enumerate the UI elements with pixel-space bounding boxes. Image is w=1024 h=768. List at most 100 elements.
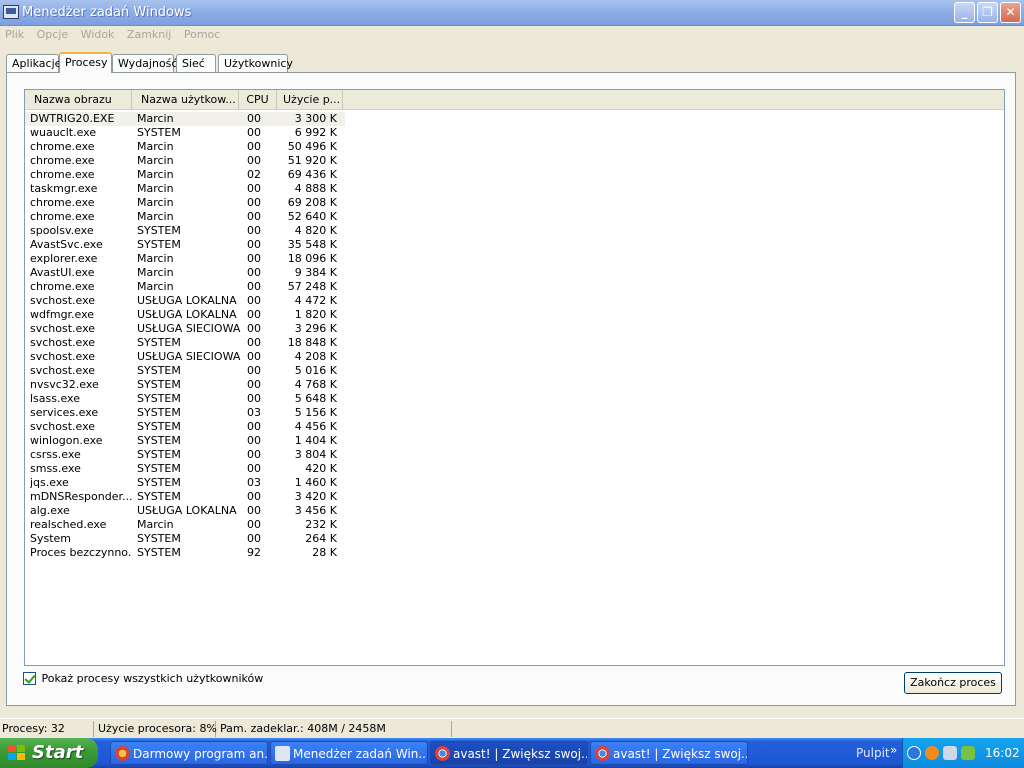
process-row[interactable]: winlogon.exe SYSTEM 00 1 404 K (25, 434, 345, 448)
show-all-processes-option[interactable]: Pokaż procesy wszystkich użytkowników (23, 671, 263, 687)
process-row[interactable]: jqs.exe SYSTEM 03 1 460 K (25, 476, 345, 490)
process-row[interactable]: spoolsv.exe SYSTEM 00 4 820 K (25, 224, 345, 238)
tab-siec[interactable]: Sieć (176, 54, 216, 73)
taskbar-item-avast-2[interactable]: avast! | Zwiększ swoj... (590, 741, 748, 765)
menu-plik[interactable]: Plik (1, 27, 28, 43)
process-name: svchost.exe (30, 420, 96, 433)
process-row[interactable]: lsass.exe SYSTEM 00 5 648 K (25, 392, 345, 406)
process-name: AvastSvc.exe (30, 238, 103, 251)
show-all-processes-checkbox[interactable] (23, 671, 36, 685)
process-name: mDNSResponder.... (30, 490, 132, 503)
column-header-name[interactable]: Nazwa obrazu (25, 90, 132, 110)
network-tray-icon[interactable] (943, 746, 957, 760)
maximize-button[interactable]: ❐ (977, 2, 998, 23)
tab-aplikacje[interactable]: Aplikacje (6, 54, 61, 73)
process-memory: 3 420 K (294, 490, 337, 503)
process-user: SYSTEM (137, 532, 181, 545)
process-row[interactable]: csrss.exe SYSTEM 00 3 804 K (25, 448, 345, 462)
process-row[interactable]: svchost.exe USŁUGA SIECIOWA 00 3 296 K (25, 322, 345, 336)
process-row[interactable]: DWTRIG20.EXE Marcin 00 3 300 K (25, 112, 345, 126)
process-name: taskmgr.exe (30, 182, 98, 195)
process-row[interactable]: System SYSTEM 00 264 K (25, 532, 345, 546)
process-row[interactable]: chrome.exe Marcin 00 69 208 K (25, 196, 345, 210)
process-memory: 264 K (305, 532, 337, 545)
process-rows: DWTRIG20.EXE Marcin 00 3 300 K wuauclt.exe SY… (25, 112, 345, 560)
process-cpu: 00 (247, 224, 261, 237)
security-tray-icon[interactable] (961, 746, 975, 760)
process-row[interactable]: wdfmgr.exe USŁUGA LOKALNA 00 1 820 K (25, 308, 345, 322)
process-memory: 4 208 K (294, 350, 337, 363)
process-list[interactable]: Nazwa obrazu Nazwa użytkow... CPU Użycie… (24, 89, 1005, 666)
process-row[interactable]: wuauclt.exe SYSTEM 00 6 992 K (25, 126, 345, 140)
process-cpu: 00 (247, 504, 261, 517)
process-row[interactable]: alg.exe USŁUGA LOKALNA 00 3 456 K (25, 504, 345, 518)
toolbar-chevron-icon[interactable]: » (890, 738, 897, 762)
process-row[interactable]: mDNSResponder.... SYSTEM 00 3 420 K (25, 490, 345, 504)
process-row[interactable]: svchost.exe USŁUGA LOKALNA 00 4 472 K (25, 294, 345, 308)
process-memory: 1 460 K (294, 476, 337, 489)
start-button[interactable]: Start (0, 738, 98, 768)
process-user: Marcin (137, 182, 174, 195)
menu-widok[interactable]: Widok (77, 27, 119, 43)
process-row[interactable]: Proces bezczynno... SYSTEM 92 28 K (25, 546, 345, 560)
taskbar-item-avast-1[interactable]: avast! | Zwiększ swoj... (430, 741, 588, 765)
taskbar-item-darmowy[interactable]: Darmowy program an... (110, 741, 268, 765)
process-row[interactable]: svchost.exe USŁUGA SIECIOWA 00 4 208 K (25, 350, 345, 364)
process-cpu: 02 (247, 168, 261, 181)
process-row[interactable]: svchost.exe SYSTEM 00 4 456 K (25, 420, 345, 434)
process-name: svchost.exe (30, 336, 96, 349)
tray-expand-icon[interactable] (907, 746, 921, 760)
minimize-button[interactable]: _ (954, 2, 975, 23)
process-name: jqs.exe (30, 476, 69, 489)
process-user: USŁUGA LOKALNA (137, 294, 237, 307)
clock[interactable]: 16:02 (985, 738, 1020, 768)
process-row[interactable]: explorer.exe Marcin 00 18 096 K (25, 252, 345, 266)
process-user: SYSTEM (137, 224, 181, 237)
column-header-memory[interactable]: Użycie p... (277, 90, 343, 110)
process-name: winlogon.exe (30, 434, 103, 447)
process-row[interactable]: chrome.exe Marcin 00 51 920 K (25, 154, 345, 168)
process-name: spoolsv.exe (30, 224, 94, 237)
menu-pomoc[interactable]: Pomoc (180, 27, 224, 43)
menu-opcje[interactable]: Opcje (33, 27, 73, 43)
column-header-cpu[interactable]: CPU (239, 90, 277, 110)
process-memory: 420 K (305, 462, 337, 475)
process-cpu: 00 (247, 336, 261, 349)
process-name: nvsvc32.exe (30, 378, 99, 391)
process-memory: 3 804 K (294, 448, 337, 461)
process-memory: 51 920 K (287, 154, 337, 167)
process-row[interactable]: chrome.exe Marcin 00 57 248 K (25, 280, 345, 294)
title-bar[interactable]: Menedżer zadań Windows _ ❐ ✕ (0, 0, 1024, 26)
tab-uzytkownicy[interactable]: Użytkownicy (218, 54, 293, 73)
taskbar-item-task-manager[interactable]: Menedżer zadań Win... (270, 741, 428, 765)
process-row[interactable]: chrome.exe Marcin 00 52 640 K (25, 210, 345, 224)
process-row[interactable]: chrome.exe Marcin 02 69 436 K (25, 168, 345, 182)
process-row[interactable]: taskmgr.exe Marcin 00 4 888 K (25, 182, 345, 196)
process-row[interactable]: services.exe SYSTEM 03 5 156 K (25, 406, 345, 420)
column-header-user[interactable]: Nazwa użytkow... (132, 90, 239, 110)
menu-zamknij[interactable]: Zamknij (123, 27, 175, 43)
process-cpu: 03 (247, 406, 261, 419)
close-button[interactable]: ✕ (1000, 2, 1021, 23)
status-cpu-usage: Użycie procesora: 8% (98, 721, 217, 737)
process-cpu: 00 (247, 112, 261, 125)
process-row[interactable]: svchost.exe SYSTEM 00 5 016 K (25, 364, 345, 378)
end-process-button[interactable]: Zakończ proces (904, 672, 1002, 694)
process-user: SYSTEM (137, 364, 181, 377)
process-row[interactable]: AvastUI.exe Marcin 00 9 384 K (25, 266, 345, 280)
process-row[interactable]: AvastSvc.exe SYSTEM 00 35 548 K (25, 238, 345, 252)
process-name: chrome.exe (30, 140, 95, 153)
tab-procesy[interactable]: Procesy (59, 52, 112, 73)
process-row[interactable]: svchost.exe SYSTEM 00 18 848 K (25, 336, 345, 350)
avast-tray-icon[interactable] (925, 746, 939, 760)
process-user: Marcin (137, 196, 174, 209)
process-row[interactable]: chrome.exe Marcin 00 50 496 K (25, 140, 345, 154)
process-row[interactable]: smss.exe SYSTEM 00 420 K (25, 462, 345, 476)
process-row[interactable]: realsched.exe Marcin 00 232 K (25, 518, 345, 532)
desktop-toolbar-label[interactable]: Pulpit (856, 738, 890, 768)
process-row[interactable]: nvsvc32.exe SYSTEM 00 4 768 K (25, 378, 345, 392)
process-cpu: 00 (247, 420, 261, 433)
process-user: SYSTEM (137, 420, 181, 433)
tab-wydajnosc[interactable]: Wydajność (112, 54, 177, 73)
process-user: SYSTEM (137, 490, 181, 503)
